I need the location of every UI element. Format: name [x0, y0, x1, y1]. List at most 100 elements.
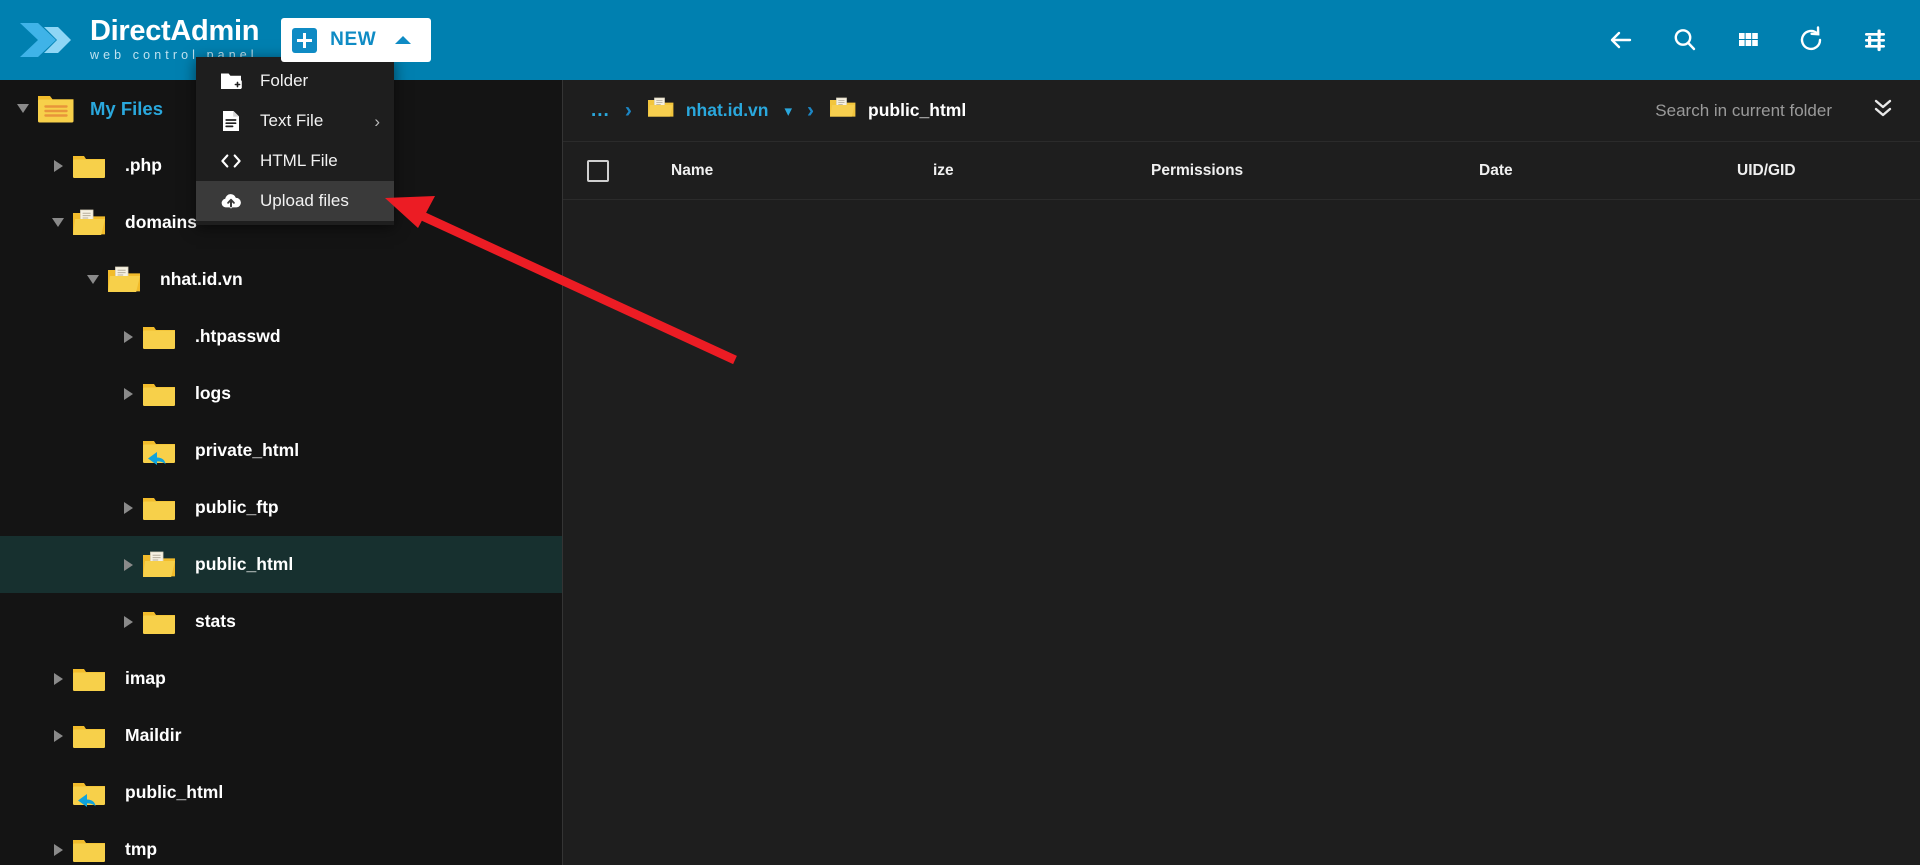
- expand-triangle-icon[interactable]: [45, 729, 71, 742]
- folder-symlink-icon: [71, 778, 111, 808]
- folder-closed-icon: [141, 493, 181, 523]
- grid-icon[interactable]: [1734, 26, 1762, 54]
- chevron-down-icon[interactable]: ▾: [784, 102, 792, 120]
- tree-item-label: .php: [125, 155, 162, 175]
- text-file-icon: [220, 110, 242, 132]
- folder-closed-icon: [71, 721, 111, 751]
- breadcrumb-item-current[interactable]: public_html: [829, 96, 966, 125]
- tree-item-label: My Files: [90, 97, 163, 119]
- column-header-uid-gid[interactable]: UID/GID: [1737, 162, 1796, 180]
- tree-item-tmp[interactable]: tmp: [0, 821, 562, 865]
- tree-item-label: private_html: [195, 440, 300, 460]
- tree-item-public-html[interactable]: public_html: [0, 764, 562, 821]
- tree-item-htpasswd[interactable]: .htpasswd: [0, 308, 562, 365]
- folder-symlink-icon: [141, 436, 181, 466]
- breadcrumb-separator: ›: [624, 99, 632, 122]
- new-menu-item-label: Upload files: [260, 191, 349, 210]
- tree-item-label: stats: [195, 611, 236, 631]
- tree-item-label: public_html: [195, 554, 294, 574]
- breadcrumb-ellipsis[interactable]: ...: [591, 100, 610, 122]
- brand-title: DirectAdmin: [90, 14, 260, 47]
- new-button-label: NEW: [330, 29, 377, 50]
- new-menu-item-upload-files[interactable]: Upload files: [196, 181, 394, 221]
- new-menu-item-label: Folder: [260, 71, 309, 90]
- tree-item-stats[interactable]: stats: [0, 593, 562, 650]
- column-header-size[interactable]: ize: [933, 162, 954, 180]
- folder-closed-icon: [71, 151, 111, 181]
- expand-triangle-icon[interactable]: [115, 330, 141, 343]
- tree-item-logs[interactable]: logs: [0, 365, 562, 422]
- header-icon-group: [1606, 25, 1920, 55]
- folder-closed-icon: [71, 835, 111, 865]
- tree-item-label: public_html: [125, 782, 224, 802]
- tree-item-label: nhat.id.vn: [160, 269, 243, 289]
- breadcrumb-item-domain[interactable]: nhat.id.vn ▾: [647, 96, 792, 125]
- folder-closed-icon: [71, 664, 111, 694]
- plus-icon: [292, 27, 318, 53]
- folder-closed-icon: [141, 379, 181, 409]
- tree-item-label: logs: [195, 383, 231, 403]
- tree-item-nhat-id-vn[interactable]: nhat.id.vn: [0, 251, 562, 308]
- folder-open-doc-icon: [106, 265, 146, 295]
- expand-triangle-icon[interactable]: [115, 615, 141, 628]
- expand-triangle-icon[interactable]: [45, 159, 71, 172]
- breadcrumb-domain-label: nhat.id.vn: [685, 100, 769, 120]
- code-brackets-icon: [220, 152, 242, 170]
- search-area: Search in current folder: [1655, 95, 1896, 126]
- search-icon[interactable]: [1670, 25, 1700, 55]
- tree-item-maildir[interactable]: Maildir: [0, 707, 562, 764]
- settings-sliders-icon[interactable]: [1860, 25, 1890, 55]
- tree-item-label: public_ftp: [195, 497, 279, 517]
- tree-item-label: domains: [125, 212, 197, 232]
- tree-item-label: Maildir: [125, 725, 182, 745]
- column-header-permissions[interactable]: Permissions: [1151, 162, 1243, 180]
- tree-item-private-html[interactable]: private_html: [0, 422, 562, 479]
- tree-item-label: imap: [125, 668, 166, 688]
- folder-open-doc-icon: [141, 550, 181, 580]
- column-header-date[interactable]: Date: [1479, 162, 1513, 180]
- folder-closed-icon: [141, 322, 181, 352]
- file-list-column-headers: Name ize Permissions Date UID/GID: [563, 142, 1920, 200]
- refresh-icon[interactable]: [1796, 25, 1826, 55]
- breadcrumb-separator-2: ›: [807, 99, 815, 122]
- tree-item-imap[interactable]: imap: [0, 650, 562, 707]
- collapse-triangle-icon[interactable]: [45, 218, 71, 227]
- chevron-right-icon: ›: [374, 111, 380, 131]
- cloud-upload-icon: [220, 191, 242, 211]
- folder-closed-icon: [141, 607, 181, 637]
- expand-triangle-icon[interactable]: [115, 501, 141, 514]
- folder-open-doc-icon: [829, 96, 857, 125]
- new-button[interactable]: NEW: [281, 18, 432, 62]
- file-manager-main-panel: ... › nhat.id.vn ▾ › public_html Search …: [562, 80, 1920, 865]
- breadcrumb-current-label: public_html: [868, 100, 967, 120]
- folder-plus-icon: [220, 71, 242, 91]
- tree-item-label: .htpasswd: [195, 326, 281, 346]
- folder-open-doc-icon: [647, 96, 675, 125]
- tree-item-public-ftp[interactable]: public_ftp: [0, 479, 562, 536]
- search-input[interactable]: Search in current folder: [1655, 101, 1832, 121]
- directadmin-chevrons-logo-icon: [18, 17, 76, 63]
- new-menu-item-label: Text File: [260, 111, 324, 130]
- column-header-name[interactable]: Name: [671, 162, 713, 180]
- collapse-triangle-icon[interactable]: [10, 104, 36, 113]
- new-menu-item-folder[interactable]: Folder: [196, 61, 394, 101]
- file-list-empty-area: [563, 200, 1920, 860]
- expand-triangle-icon[interactable]: [45, 843, 71, 856]
- folder-list-icon: [36, 92, 76, 126]
- collapse-triangle-icon[interactable]: [80, 275, 106, 284]
- new-menu-item-html-file[interactable]: HTML File: [196, 141, 394, 181]
- tree-item-label: tmp: [125, 839, 158, 859]
- select-all-checkbox[interactable]: [587, 159, 609, 182]
- new-menu-item-label: HTML File: [260, 151, 338, 170]
- chevron-up-icon: [395, 36, 412, 44]
- expand-triangle-icon[interactable]: [115, 558, 141, 571]
- back-arrow-icon[interactable]: [1606, 25, 1636, 55]
- tree-item-public-html[interactable]: public_html: [0, 536, 562, 593]
- folder-open-doc-icon: [71, 208, 111, 238]
- expand-triangle-icon[interactable]: [115, 387, 141, 400]
- expand-triangle-icon[interactable]: [45, 672, 71, 685]
- double-chevron-collapse-icon[interactable]: [1870, 95, 1896, 126]
- new-dropdown-menu: Folder Text File › HTML File Upload files: [196, 57, 394, 225]
- new-menu-item-text-file[interactable]: Text File ›: [196, 101, 394, 141]
- breadcrumb-bar: ... › nhat.id.vn ▾ › public_html Search …: [563, 80, 1920, 142]
